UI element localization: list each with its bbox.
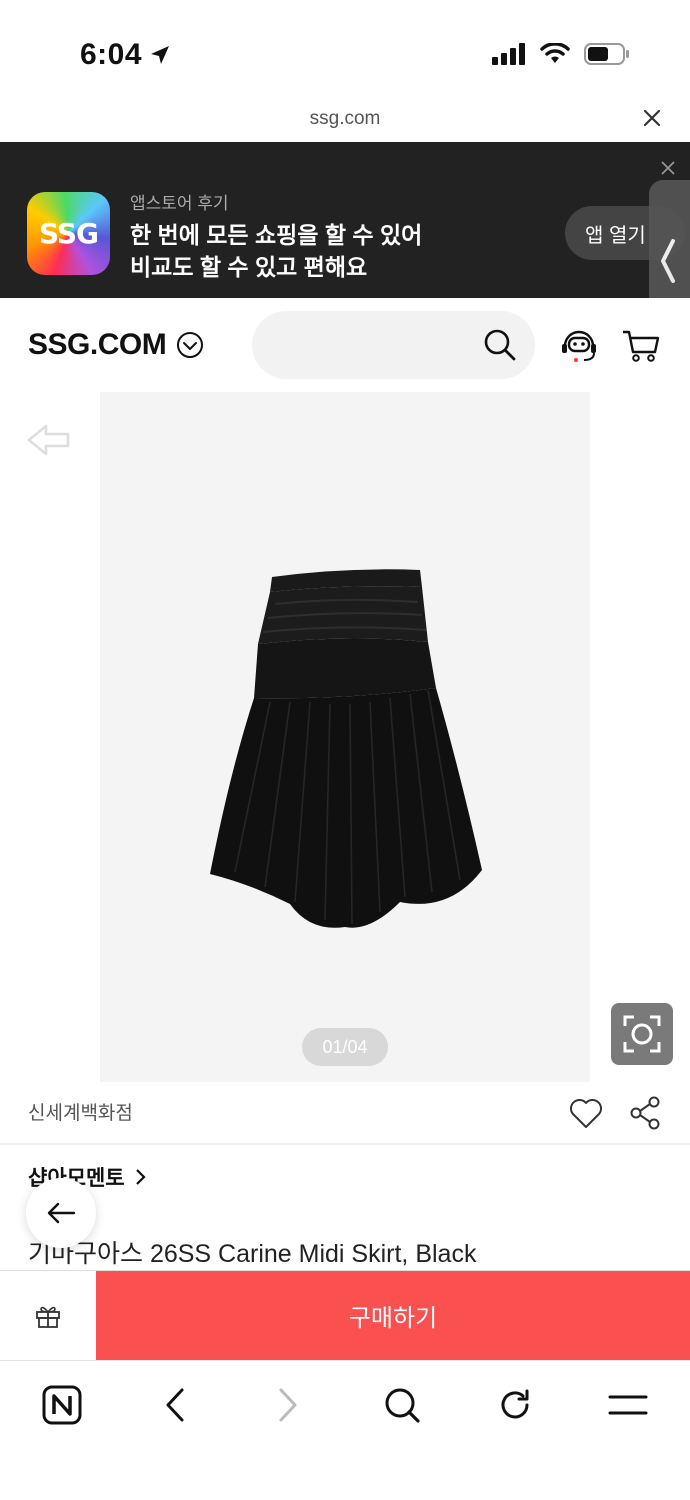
browser-toolbar [0,1360,690,1500]
status-time: 6:04 [80,38,172,72]
chevron-right-icon [135,1169,146,1185]
browser-forward-button[interactable] [266,1383,310,1427]
product-image[interactable] [100,392,590,1082]
naver-n-icon [42,1385,82,1425]
cart-icon[interactable] [620,324,662,366]
site-brand-menu[interactable]: SSG.COM [28,328,204,362]
product-title: 기마구아스 26SS Carine Midi Skirt, Black [28,1240,477,1268]
battery-icon [584,43,629,65]
cellular-signal-icon [492,43,525,65]
browser-url-bar[interactable]: ssg.com [0,100,690,142]
ssg-app-logo: SSG [27,192,110,275]
image-search-button[interactable] [611,1003,673,1065]
store-name[interactable]: 신세계백화점 [28,1098,133,1125]
banner-review-line-2: 비교도 할 수 있고 편해요 [130,254,368,280]
heart-icon[interactable] [568,1095,604,1131]
chevron-left-icon [166,1388,184,1422]
section-divider [0,1143,690,1145]
close-icon [643,109,661,127]
location-arrow-icon [151,46,170,64]
site-header: SSG.COM [0,298,690,390]
search-input[interactable] [252,311,535,379]
purchase-bar: 구매하기 [0,1270,690,1360]
chevron-down-circle-icon[interactable] [176,331,204,359]
clock-text: 6:04 [80,38,143,71]
search-icon[interactable] [483,328,517,362]
browser-search-button[interactable] [380,1383,424,1427]
status-bar: 6:04 [0,0,690,100]
chevron-left-icon [661,239,675,283]
image-counter: 01/04 [302,1028,388,1066]
wifi-icon [540,43,570,63]
banner-close-button[interactable] [658,158,678,178]
status-indicators [492,42,630,66]
chevron-right-icon [279,1388,297,1422]
banner-review-line-1: 한 번에 모든 쇼핑을 할 수 있어 [130,222,423,248]
image-back-arrow-icon[interactable] [26,422,70,458]
close-tab-button[interactable] [638,104,666,132]
buy-button[interactable]: 구매하기 [96,1271,690,1360]
close-icon [661,161,675,175]
app-install-banner: SSG 앱스토어 후기 한 번에 모든 쇼핑을 할 수 있어 비교도 할 수 있… [0,142,690,298]
share-icon[interactable] [628,1095,662,1131]
browser-menu-button[interactable] [606,1383,650,1427]
browser-back-button[interactable] [153,1383,197,1427]
url-domain[interactable]: ssg.com [0,108,690,130]
floating-back-button[interactable] [26,1178,96,1248]
naver-home-button[interactable] [40,1383,84,1427]
camera-lens-icon [623,1015,661,1053]
gift-icon [36,1306,60,1328]
reload-icon [501,1389,529,1419]
hamburger-menu-icon [608,1395,648,1415]
browser-reload-button[interactable] [493,1383,537,1427]
site-logo[interactable]: SSG.COM [28,328,167,362]
app-logo-text: SSG [38,217,99,250]
banner-subtitle: 앱스토어 후기 [130,194,229,213]
arrow-left-icon [47,1202,76,1224]
search-icon [385,1388,420,1423]
skirt-product-photo [210,569,482,928]
gift-button[interactable] [0,1271,96,1360]
customer-service-icon[interactable] [558,324,600,366]
